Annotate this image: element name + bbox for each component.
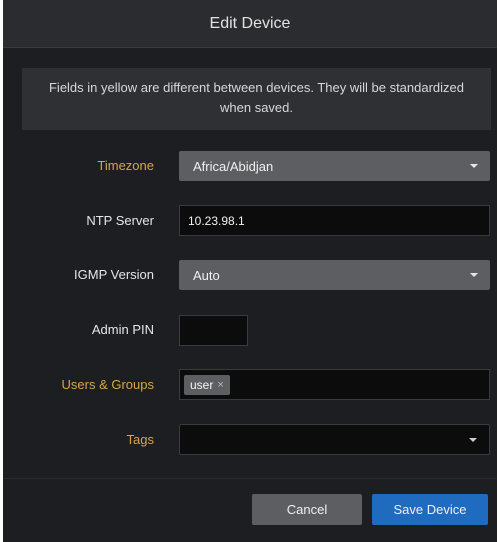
igmp-version-select[interactable]: Auto — [179, 260, 490, 290]
ntp-server-input[interactable]: 10.23.98.1 — [179, 205, 490, 236]
timezone-label: Timezone — [97, 158, 154, 173]
chevron-down-icon — [470, 164, 478, 168]
users-groups-label: Users & Groups — [61, 377, 154, 392]
yellow-fields-notice: Fields in yellow are different between d… — [22, 68, 491, 130]
close-icon[interactable]: × — [217, 379, 223, 391]
footer-divider — [3, 478, 497, 479]
igmp-version-value: Auto — [193, 267, 220, 283]
igmp-version-label: IGMP Version — [74, 267, 154, 282]
user-tag: user × — [184, 374, 230, 395]
timezone-select[interactable]: Africa/Abidjan — [179, 151, 490, 181]
timezone-value: Africa/Abidjan — [193, 158, 274, 174]
ntp-server-value: 10.23.98.1 — [188, 213, 245, 228]
tags-label: Tags — [126, 432, 154, 447]
save-device-button[interactable]: Save Device — [372, 494, 488, 525]
dialog-header: Edit Device — [3, 0, 497, 48]
admin-pin-label: Admin PIN — [91, 322, 154, 337]
tags-select[interactable] — [179, 424, 490, 455]
dialog-title: Edit Device — [209, 14, 291, 32]
chevron-down-icon — [470, 273, 478, 277]
users-groups-input[interactable]: user × — [179, 369, 490, 400]
admin-pin-input[interactable] — [179, 315, 248, 346]
ntp-server-label: NTP Server — [86, 213, 154, 228]
chevron-down-icon — [469, 438, 477, 442]
edit-device-dialog: Edit Device Fields in yellow are differe… — [3, 0, 497, 542]
cancel-button[interactable]: Cancel — [252, 494, 362, 525]
user-tag-label: user — [190, 377, 214, 392]
